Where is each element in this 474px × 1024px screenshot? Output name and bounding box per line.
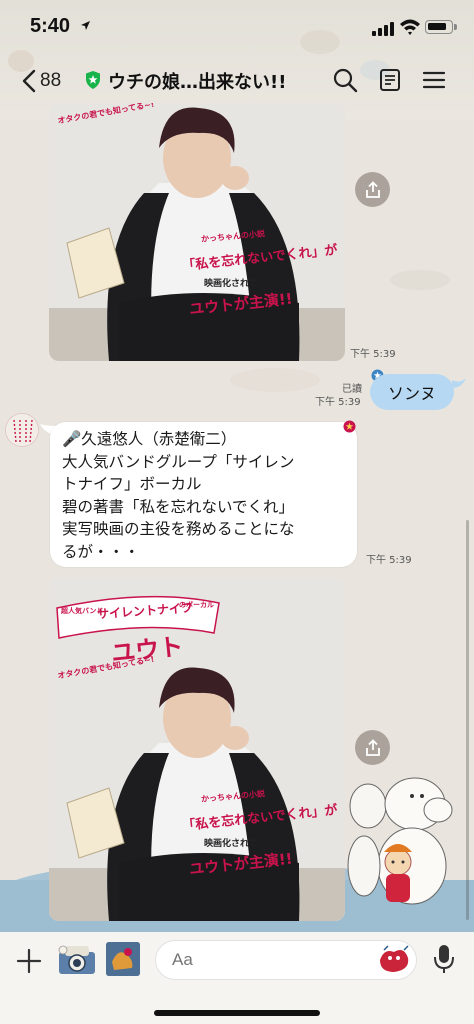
chat-photo-2[interactable]: 超人気バンド サイレントナイフ のボーカル ユウト オタクの君でも知ってる~! … <box>49 578 345 921</box>
cellular-signal-icon <box>372 22 396 36</box>
message-time: 下午 5:39 <box>350 349 396 360</box>
message-line: 🎤久遠悠人（赤楚衛二） <box>62 430 237 448</box>
location-arrow-icon <box>81 21 90 30</box>
notes-icon[interactable] <box>376 66 404 94</box>
message-line: 大人気バンドグループ「サイレン <box>62 452 295 471</box>
message-time: 下午 5:39 <box>315 397 361 408</box>
message-line: トナイフ」ボーカル <box>62 475 202 493</box>
menu-icon[interactable] <box>420 66 448 94</box>
battery-level <box>428 23 446 30</box>
chat-title[interactable]: ウチの娘…出来ない!! <box>108 68 286 94</box>
outgoing-message-text: ソンヌ <box>388 384 437 403</box>
outgoing-message-bubble[interactable]: ソンヌ <box>370 374 455 410</box>
caption-movie: 映画化されて <box>204 279 258 289</box>
banner-suffix: のボーカル <box>179 601 214 609</box>
incoming-message-bubble[interactable]: 🎤久遠悠人（赤楚衛二） 大人気バンドグループ「サイレン トナイフ」ボーカル 碧の… <box>50 422 357 567</box>
background-decoration <box>230 368 320 392</box>
plus-icon[interactable] <box>14 946 44 976</box>
shield-icon <box>86 71 100 89</box>
message-line: るが・・・ <box>62 542 140 561</box>
sticker-icon[interactable] <box>376 944 412 976</box>
avatar-image <box>6 414 38 446</box>
message-line: 実写映画の主役を務めることにな <box>62 520 295 538</box>
battery-cap <box>454 24 457 30</box>
album-icon[interactable] <box>106 942 140 976</box>
home-indicator <box>154 1010 320 1016</box>
background-decoration <box>390 270 450 290</box>
caption-movie: 映画化されて <box>204 839 258 849</box>
star-badge-icon <box>343 420 356 433</box>
search-icon[interactable] <box>331 66 359 94</box>
chat-photo-1[interactable]: オタクの君でも知ってる~! かっちゃんの小説 「私を忘れないでくれ」が 映画化さ… <box>49 103 345 361</box>
back-button[interactable]: 88 <box>22 66 74 96</box>
photo-image <box>49 103 345 361</box>
share-button-2[interactable] <box>355 730 390 765</box>
wifi-icon <box>400 19 420 35</box>
message-time: 下午 5:39 <box>366 555 412 566</box>
status-time: 5:40 <box>30 15 71 37</box>
message-line: 碧の著書「私を忘れないでくれ」 <box>62 497 295 516</box>
share-icon <box>365 738 380 756</box>
battery-icon <box>425 20 453 34</box>
unread-count: 88 <box>40 70 62 91</box>
album-image <box>106 942 140 976</box>
camera-icon[interactable] <box>55 940 101 980</box>
status-bar: 5:40 <box>0 0 474 52</box>
chevron-left-icon <box>22 69 36 93</box>
moomin-illustration <box>347 777 453 905</box>
share-icon <box>365 180 380 198</box>
scrollbar[interactable] <box>466 520 469 920</box>
avatar[interactable] <box>5 413 39 447</box>
share-button-1[interactable] <box>355 172 390 207</box>
microphone-icon[interactable] <box>433 943 455 975</box>
bubble-tail <box>452 378 466 388</box>
